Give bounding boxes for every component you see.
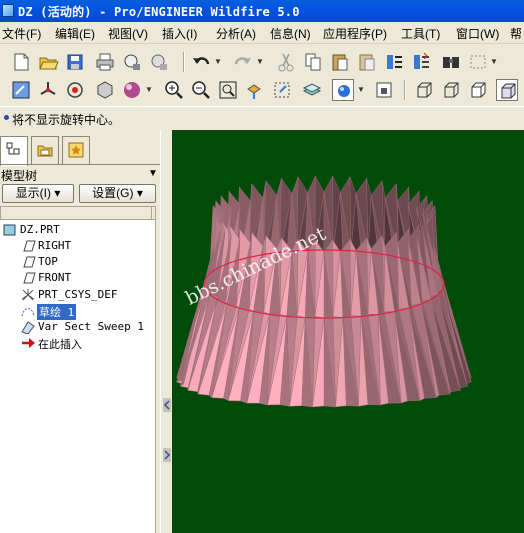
show-button-label: 显示(I) <box>15 186 51 200</box>
datum-plane-icon <box>20 255 36 269</box>
model-tree: DZ.PRT RIGHT TOP FRONT PRT_CSYS_DEF 草绘 1… <box>0 220 156 533</box>
saved-views-icon[interactable] <box>94 79 116 101</box>
tree-column-header[interactable] <box>0 206 156 220</box>
display-style-dropdown-icon[interactable]: ▼ <box>357 79 365 101</box>
menu-applications[interactable]: 应用程序(P) <box>323 25 387 42</box>
model-tree-header: 模型树 ▼ <box>0 166 160 184</box>
panel-splitter[interactable] <box>160 130 172 533</box>
app-icon <box>2 4 14 17</box>
tree-item-label: FRONT <box>38 271 72 284</box>
send-email-icon[interactable] <box>148 51 170 73</box>
settings-button-label: 设置(G) <box>92 186 134 200</box>
menu-info[interactable]: 信息(N) <box>270 25 311 42</box>
message-area: 将不显示旋转中心。 <box>0 106 524 128</box>
hidden-line-icon[interactable] <box>440 79 462 101</box>
menu-bar: 文件(F) 编辑(E) 视图(V) 插入(I) 分析(A) 信息(N) 应用程序… <box>0 22 524 44</box>
coordinate-system-icon <box>20 288 36 302</box>
no-hidden-icon[interactable] <box>467 79 489 101</box>
message-text: 将不显示旋转中心。 <box>12 113 121 127</box>
sweep-icon <box>20 320 36 334</box>
print-icon[interactable] <box>94 51 116 73</box>
open-icon[interactable] <box>37 51 59 73</box>
spin-center-icon[interactable] <box>37 79 59 101</box>
chevron-down-icon: ▾ <box>136 186 143 200</box>
tree-item-label: 在此插入 <box>38 338 82 351</box>
menu-analysis[interactable]: 分析(A) <box>216 25 256 42</box>
layers-icon[interactable] <box>301 79 323 101</box>
title-bar: DZ (活动的) - Pro/ENGINEER Wildfire 5.0 <box>0 0 524 22</box>
reorient-icon[interactable] <box>244 79 266 101</box>
lampshade-model <box>176 175 472 408</box>
paste-special-icon[interactable] <box>356 51 378 73</box>
select-dropdown-icon[interactable]: ▼ <box>490 51 498 73</box>
datum-plane-icon <box>20 239 36 253</box>
settings-button[interactable]: 设置(G) ▾ <box>79 184 156 203</box>
graphics-window[interactable]: bbs.chinade.net <box>172 130 524 533</box>
regenerate-icon[interactable] <box>383 51 405 73</box>
menu-insert[interactable]: 插入(I) <box>162 25 197 42</box>
window-title: DZ (活动的) - Pro/ENGINEER Wildfire 5.0 <box>18 5 300 19</box>
tree-item-label: 草绘 1 <box>37 304 77 320</box>
redo-icon[interactable] <box>232 51 254 73</box>
new-icon[interactable] <box>10 51 32 73</box>
shading-icon[interactable] <box>496 79 518 101</box>
wireframe-icon[interactable] <box>413 79 435 101</box>
tree-item-label: PRT_CSYS_DEF <box>38 288 118 301</box>
chevron-down-icon: ▾ <box>54 186 61 200</box>
select-box-icon[interactable] <box>467 51 489 73</box>
tab-divider <box>0 164 160 165</box>
tree-item-label: Var Sect Sweep 1 <box>38 320 144 333</box>
view-manager-icon[interactable] <box>373 79 395 101</box>
appearance-icon[interactable] <box>121 79 143 101</box>
menu-view[interactable]: 视图(V) <box>108 25 148 42</box>
menu-edit[interactable]: 编辑(E) <box>55 25 95 42</box>
sketch-icon <box>20 304 36 318</box>
menu-file[interactable]: 文件(F) <box>2 25 41 42</box>
send-icon[interactable] <box>121 51 143 73</box>
undo-dropdown-icon[interactable]: ▼ <box>214 51 222 73</box>
repaint-icon[interactable] <box>10 79 32 101</box>
view-toolbar: ▼ ▼ <box>0 76 524 104</box>
named-views-icon[interactable] <box>271 79 293 101</box>
undo-icon[interactable] <box>190 51 212 73</box>
orient-mode-icon[interactable] <box>64 79 86 101</box>
find-icon[interactable] <box>440 51 462 73</box>
chevron-down-icon[interactable]: ▼ <box>148 168 158 179</box>
copy-icon[interactable] <box>302 51 324 73</box>
separator <box>183 52 185 72</box>
redo-dropdown-icon[interactable]: ▼ <box>256 51 264 73</box>
main-toolbar: ▼ ▼ ▼ <box>0 48 524 76</box>
model-tree-tab[interactable] <box>0 136 28 166</box>
zoom-out-icon[interactable] <box>190 79 212 101</box>
part-icon <box>2 223 18 237</box>
insert-here-arrow-icon <box>20 336 36 350</box>
tree-item-label: RIGHT <box>38 239 72 252</box>
info-bullet-icon <box>4 115 9 120</box>
folder-browser-tab[interactable] <box>31 136 59 164</box>
zoom-in-icon[interactable] <box>163 79 185 101</box>
column-divider[interactable] <box>151 207 157 219</box>
favorites-tab[interactable] <box>62 136 90 164</box>
menu-help[interactable]: 帮 <box>510 25 522 42</box>
model-tree-title: 模型树 <box>1 169 38 183</box>
paste-icon[interactable] <box>329 51 351 73</box>
display-style-icon[interactable] <box>332 79 354 101</box>
regenerate-manager-icon[interactable] <box>410 51 432 73</box>
cut-icon[interactable] <box>275 51 297 73</box>
menu-tools[interactable]: 工具(T) <box>401 25 440 42</box>
refit-icon[interactable] <box>217 79 239 101</box>
separator <box>404 80 406 100</box>
navigator-panel: 模型树 ▼ 显示(I) ▾ 设置(G) ▾ DZ.PRT RIGHT TOP F… <box>0 130 160 533</box>
tree-item-label: TOP <box>38 255 58 268</box>
tree-item-label: DZ.PRT <box>20 223 60 236</box>
menu-window[interactable]: 窗口(W) <box>456 25 499 42</box>
expand-right-icon[interactable] <box>163 448 171 462</box>
collapse-left-icon[interactable] <box>163 398 171 412</box>
show-button[interactable]: 显示(I) ▾ <box>2 184 74 203</box>
save-icon[interactable] <box>64 51 86 73</box>
appearance-dropdown-icon[interactable]: ▼ <box>145 79 153 101</box>
datum-plane-icon <box>20 271 36 285</box>
